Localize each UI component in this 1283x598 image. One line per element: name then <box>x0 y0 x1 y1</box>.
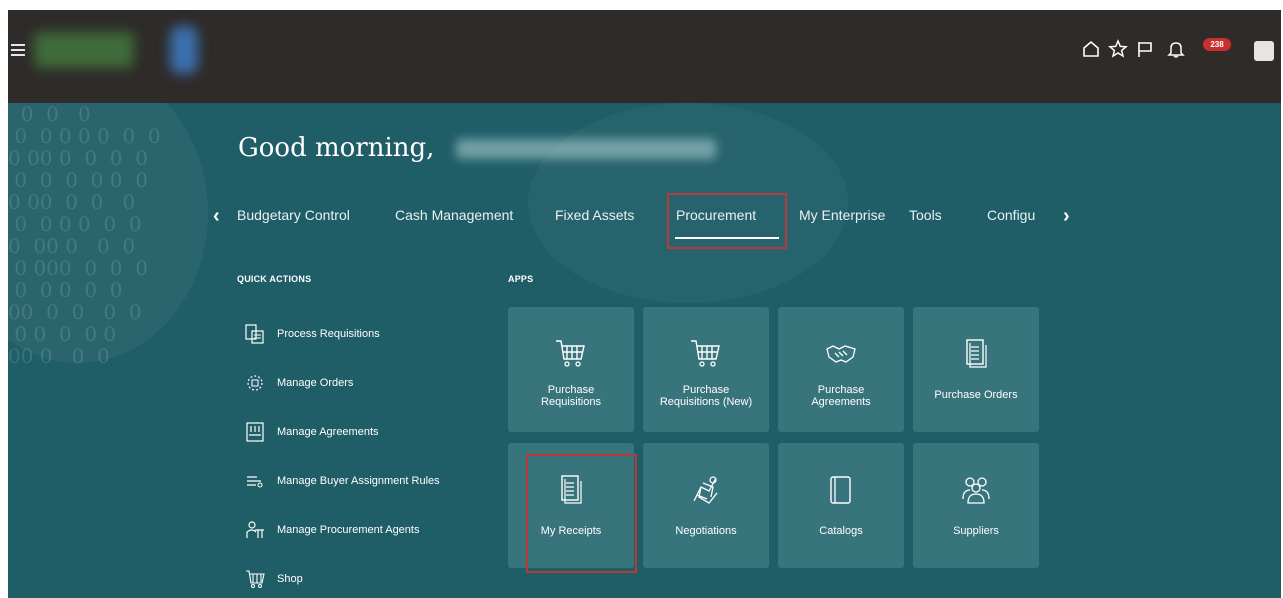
springboard-background: 0 0 0 0 0 0 0 0 0 0 0 00 0 0 0 0 0 0 0 0… <box>8 103 1281 598</box>
notification-count-badge: 238 <box>1203 38 1231 51</box>
global-header: 238 <box>8 10 1281 103</box>
tile-label: Purchase Requisitions (New) <box>659 384 753 408</box>
springboard-tabs: Budgetary Control Cash Management Fixed … <box>237 199 1045 239</box>
app-tile-purchase-agreements[interactable]: Purchase Agreements <box>778 307 904 432</box>
quick-actions-heading: QUICK ACTIONS <box>237 274 312 284</box>
app-tile-catalogs[interactable]: Catalogs <box>778 443 904 568</box>
tab-cash-management[interactable]: Cash Management <box>395 207 513 223</box>
home-icon[interactable] <box>1081 39 1103 61</box>
tab-configuration[interactable]: Configu <box>987 207 1035 223</box>
quick-action-label: Manage Procurement Agents <box>277 524 420 536</box>
app-tile-negotiations[interactable]: Negotiations <box>643 443 769 568</box>
my-receipts-tile-highlight <box>526 454 637 573</box>
manage-agreements-icon <box>246 422 264 442</box>
company-logo <box>34 32 134 68</box>
catalog-icon <box>830 476 851 504</box>
app-tile-purchase-orders[interactable]: Purchase Orders <box>913 307 1039 432</box>
tile-label: Suppliers <box>953 525 999 537</box>
tab-my-enterprise[interactable]: My Enterprise <box>799 207 885 223</box>
handshake-icon <box>826 345 856 363</box>
app-tile-purchase-requisitions[interactable]: Purchase Requisitions <box>508 307 634 432</box>
quick-action-label: Manage Agreements <box>277 426 379 438</box>
tile-label: Purchase Orders <box>934 389 1018 401</box>
tile-label: Negotiations <box>675 525 737 537</box>
tile-label: Purchase Agreements <box>811 384 871 408</box>
notifications-icon[interactable] <box>1166 39 1188 61</box>
quick-action-label: Process Requisitions <box>277 328 380 340</box>
cart-icon <box>691 340 720 367</box>
negotiation-icon <box>693 476 718 504</box>
apps-heading: APPS <box>508 274 534 284</box>
user-name-redacted <box>456 139 716 159</box>
menu-icon[interactable] <box>11 44 25 58</box>
favorites-icon[interactable] <box>1108 39 1130 61</box>
quick-action-label: Shop <box>277 573 303 585</box>
document-icon <box>966 339 987 368</box>
tile-label: Catalogs <box>819 525 863 537</box>
buyer-assignment-rules-icon <box>247 476 263 488</box>
decorative-pattern: 0 0 0 0 0 0 0 0 0 0 0 00 0 0 0 0 0 0 0 0… <box>8 103 161 368</box>
tile-label: Purchase Requisitions <box>541 384 601 408</box>
cart-icon <box>556 340 585 367</box>
tab-tools[interactable]: Tools <box>909 207 942 223</box>
app-tile-suppliers[interactable]: Suppliers <box>913 443 1039 568</box>
tabs-scroll-left-icon[interactable]: ‹ <box>213 205 220 228</box>
greeting-text: Good morning, <box>238 133 435 163</box>
tab-fixed-assets[interactable]: Fixed Assets <box>555 207 634 223</box>
watchlist-icon[interactable] <box>1135 39 1157 61</box>
suppliers-icon <box>962 477 990 504</box>
process-requisitions-icon <box>245 324 264 344</box>
tabs-scroll-right-icon[interactable]: › <box>1063 205 1070 228</box>
quick-action-label: Manage Buyer Assignment Rules <box>277 475 440 487</box>
manage-orders-icon <box>247 375 263 391</box>
procurement-tab-highlight <box>667 193 787 249</box>
user-avatar[interactable] <box>1254 41 1274 61</box>
app-window: 238 0 0 0 0 0 0 0 0 0 0 0 00 0 0 0 0 0 0… <box>8 10 1281 598</box>
quick-action-label: Manage Orders <box>277 377 354 389</box>
company-logo-mark <box>170 26 198 74</box>
app-tile-purchase-requisitions-new[interactable]: Purchase Requisitions (New) <box>643 307 769 432</box>
shop-cart-icon <box>246 570 265 588</box>
procurement-agents-icon <box>246 521 264 538</box>
tab-budgetary-control[interactable]: Budgetary Control <box>237 207 350 223</box>
